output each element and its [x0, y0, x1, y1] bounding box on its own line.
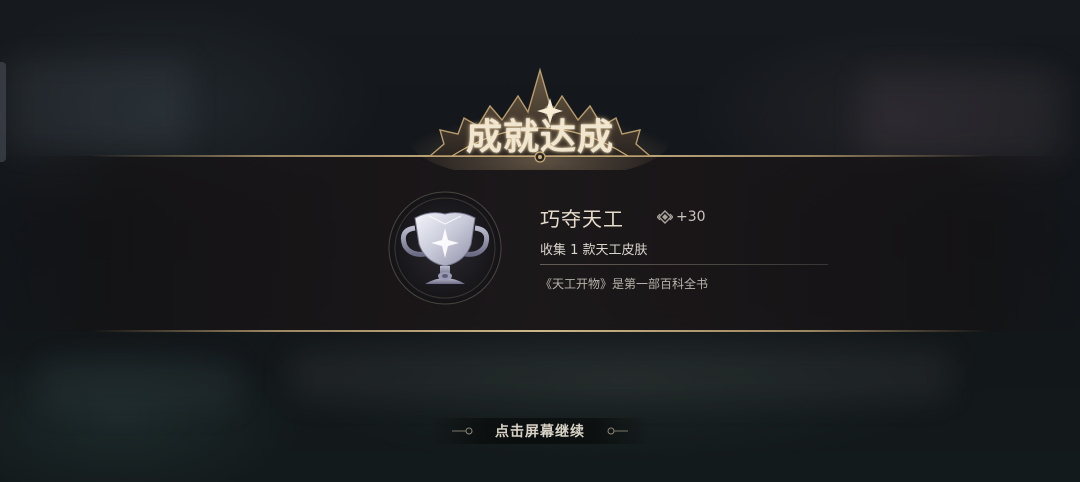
banner-bottom-border [90, 330, 990, 332]
achievement-header-title: 成就达成 [465, 116, 614, 158]
blurred-background-panel [10, 60, 190, 150]
achievement-flavor-text: 《天工开物》是第一部百科全书 [540, 277, 709, 291]
blurred-background-panel [40, 360, 240, 410]
achievement-name: 巧夺天工 [540, 207, 624, 231]
blurred-background-panel [290, 350, 950, 400]
side-pull-handle [0, 62, 6, 162]
reward-points: +30 [657, 208, 706, 226]
silver-trophy-icon [388, 191, 502, 305]
achievement-point-icon [657, 210, 673, 224]
text-divider [540, 264, 828, 265]
achievement-screen[interactable]: 成就达成 巧夺天工 +30 收集 1 款天工皮肤 《天工开物》是第一部百科全书 … [0, 0, 1080, 482]
blurred-background-panel [860, 70, 1060, 160]
achievement-description: 收集 1 款天工皮肤 [540, 243, 648, 258]
reward-value: +30 [676, 209, 706, 225]
prompt-right-ornament-icon [607, 427, 628, 435]
